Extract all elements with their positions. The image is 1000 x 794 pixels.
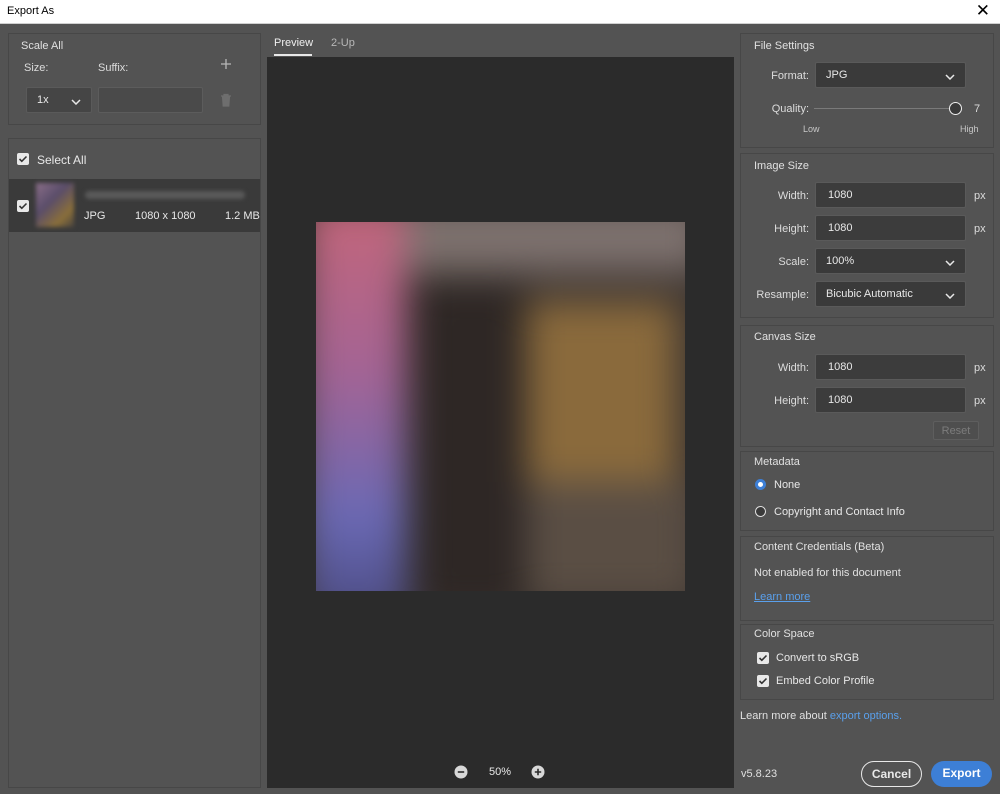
metadata-none-radio[interactable] — [755, 479, 766, 490]
image-width-input[interactable]: 1080 — [815, 182, 966, 208]
metadata-heading: Metadata — [754, 456, 800, 468]
color-space-heading: Color Space — [754, 628, 815, 640]
scale-select[interactable]: 100% — [815, 248, 966, 274]
suffix-input[interactable] — [98, 87, 203, 113]
tab-preview[interactable]: Preview — [274, 37, 313, 49]
trash-icon[interactable] — [220, 93, 232, 110]
format-select[interactable]: JPG — [815, 62, 966, 88]
close-icon[interactable]: ✕ — [976, 1, 990, 21]
size-select-value: 1x — [37, 94, 49, 106]
canvas-width-label: Width: — [777, 362, 809, 374]
chevron-down-icon — [945, 71, 955, 83]
canvas-height-label: Height: — [774, 395, 809, 407]
version-label: v5.8.23 — [741, 768, 778, 780]
image-height-value: 1080 — [828, 222, 853, 234]
scale-select-value: 100% — [826, 255, 855, 267]
image-size-heading: Image Size — [754, 160, 810, 172]
asset-format: JPG — [84, 210, 106, 222]
canvas-size-panel: Canvas Size Width: 1080 px Height: 1080 … — [740, 325, 994, 447]
suffix-label: Suffix: — [98, 62, 129, 74]
quality-label: Quality: — [771, 103, 809, 115]
zoom-out-icon[interactable] — [454, 765, 468, 782]
asset-row[interactable]: JPG 1080 x 1080 1.2 MB — [9, 179, 260, 232]
canvas-width-unit: px — [974, 362, 986, 374]
quality-slider-track[interactable] — [814, 108, 960, 109]
convert-srgb-checkbox[interactable] — [757, 652, 769, 664]
size-select[interactable]: 1x — [26, 87, 92, 113]
convert-srgb-label: Convert to sRGB — [776, 652, 860, 664]
reset-button-label: Reset — [941, 425, 971, 437]
quality-high-label: High — [960, 124, 979, 134]
cancel-button[interactable]: Cancel — [861, 761, 922, 787]
scale-all-panel: Scale All Size: Suffix: 1x — [8, 33, 261, 125]
image-width-value: 1080 — [828, 189, 853, 201]
canvas-height-input[interactable]: 1080 — [815, 387, 966, 413]
metadata-copyright-label: Copyright and Contact Info — [774, 506, 905, 518]
cancel-button-label: Cancel — [871, 767, 912, 781]
export-button[interactable]: Export — [931, 761, 992, 787]
resample-select[interactable]: Bicubic Automatic — [815, 281, 966, 307]
canvas-size-heading: Canvas Size — [754, 331, 816, 343]
scale-all-heading: Scale All — [21, 40, 64, 52]
asset-filesize: 1.2 MB — [225, 210, 260, 222]
learn-more-link[interactable]: Learn more — [754, 591, 810, 603]
scale-label: Scale: — [778, 256, 809, 268]
quality-slider-thumb[interactable] — [949, 102, 962, 115]
color-space-panel: Color Space Convert to sRGB Embed Color … — [740, 624, 994, 700]
content-credentials-status: Not enabled for this document — [754, 567, 901, 579]
tab-2up[interactable]: 2-Up — [331, 37, 355, 49]
embed-profile-checkbox[interactable] — [757, 675, 769, 687]
window-titlebar: Export As ✕ — [0, 0, 1000, 24]
chevron-down-icon — [71, 96, 81, 108]
export-options-prefix: Learn more about — [740, 710, 827, 722]
image-size-panel: Image Size Width: 1080 px Height: 1080 p… — [740, 153, 994, 318]
canvas-height-unit: px — [974, 395, 986, 407]
zoom-level: 50% — [489, 766, 512, 778]
quality-value: 7 — [974, 103, 981, 115]
asset-checkbox[interactable] — [17, 200, 29, 212]
preview-tab-bar: Preview 2-Up — [267, 33, 734, 57]
file-settings-heading: File Settings — [754, 40, 815, 52]
image-width-label: Width: — [777, 190, 809, 202]
resample-label: Resample: — [756, 289, 809, 301]
file-settings-panel: File Settings Format: JPG Quality: 7 Low… — [740, 33, 994, 148]
chevron-down-icon — [945, 257, 955, 269]
embed-profile-label: Embed Color Profile — [776, 675, 875, 687]
canvas-width-value: 1080 — [828, 361, 853, 373]
window-title: Export As — [7, 5, 55, 17]
add-icon[interactable] — [220, 58, 232, 73]
asset-thumbnail — [36, 183, 74, 227]
quality-low-label: Low — [803, 124, 820, 134]
size-label: Size: — [24, 62, 49, 74]
zoom-in-icon[interactable] — [531, 765, 545, 782]
image-height-unit: px — [974, 223, 986, 235]
select-all-label: Select All — [37, 153, 87, 167]
image-height-label: Height: — [774, 223, 809, 235]
format-label: Format: — [771, 70, 809, 82]
preview-area: 50% — [267, 57, 734, 788]
image-height-input[interactable]: 1080 — [815, 215, 966, 241]
metadata-panel: Metadata None Copyright and Contact Info — [740, 451, 994, 531]
export-options-link[interactable]: export options. — [830, 710, 902, 722]
content-credentials-heading: Content Credentials (Beta) — [754, 541, 885, 553]
format-select-value: JPG — [826, 69, 848, 81]
reset-button[interactable]: Reset — [933, 421, 979, 440]
active-tab-underline — [274, 54, 312, 56]
chevron-down-icon — [945, 290, 955, 302]
canvas-height-value: 1080 — [828, 394, 853, 406]
assets-panel: Select All JPG 1080 x 1080 1.2 MB — [8, 138, 261, 788]
image-width-unit: px — [974, 190, 986, 202]
content-credentials-panel: Content Credentials (Beta) Not enabled f… — [740, 536, 994, 621]
select-all-checkbox[interactable] — [17, 153, 29, 165]
export-options-note: Learn more about export options. — [740, 710, 902, 722]
canvas-width-input[interactable]: 1080 — [815, 354, 966, 380]
metadata-copyright-radio[interactable] — [755, 506, 766, 517]
preview-image — [316, 222, 685, 591]
metadata-none-label: None — [774, 479, 801, 491]
export-button-label: Export — [942, 766, 981, 780]
asset-name-blurred — [85, 191, 245, 199]
resample-select-value: Bicubic Automatic — [826, 288, 913, 300]
asset-dimensions: 1080 x 1080 — [135, 210, 196, 222]
